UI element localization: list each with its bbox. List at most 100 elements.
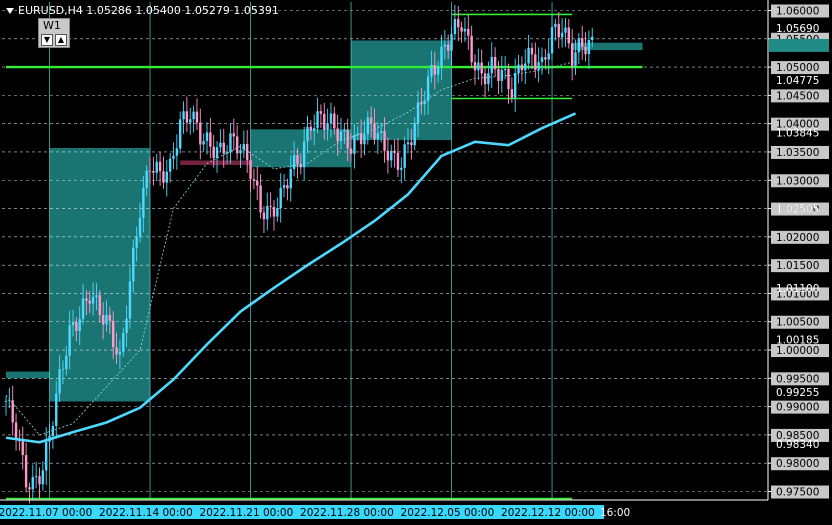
candle-body-70 <box>239 150 242 154</box>
open-value: 1.05286 <box>86 4 132 17</box>
candle-body-39 <box>135 236 138 248</box>
candle-body-119 <box>403 144 406 168</box>
candle-body-145 <box>490 56 493 74</box>
y-tick-label-17: 0.97500 <box>776 487 819 499</box>
candle-body-111 <box>376 132 380 140</box>
candle-body-29 <box>101 315 105 325</box>
chart-window[interactable]: 1.060001.055001.050001.045001.040001.035… <box>0 0 832 525</box>
arrow-down-icon[interactable]: ▼ <box>41 34 53 46</box>
x-label-5: 2022.12.12 00:00 <box>501 507 595 519</box>
candle-body-57 <box>195 111 199 123</box>
candle-body-48 <box>165 171 168 183</box>
candle-body-28 <box>98 295 101 316</box>
candle-body-54 <box>185 111 189 123</box>
x-label-3: 2022.11.28 00:00 <box>300 507 394 519</box>
candle-body-12 <box>45 441 48 471</box>
candle-body-150 <box>507 69 510 90</box>
candle-body-156 <box>527 47 530 64</box>
candle-body-24 <box>85 298 88 301</box>
close-value: 1.05391 <box>233 4 279 17</box>
candle-body-22 <box>78 319 81 332</box>
candle-body-71 <box>242 143 246 151</box>
candle-body-50 <box>172 155 175 159</box>
candle-body-101 <box>343 129 346 132</box>
candle-body-153 <box>517 64 520 74</box>
candle-body-95 <box>323 113 326 130</box>
candle-body-163 <box>550 27 554 54</box>
candle-body-65 <box>222 142 225 154</box>
y-tick-label-2: 1.05000 <box>776 62 819 74</box>
candle-body-37 <box>128 281 132 319</box>
candle-body-133 <box>450 34 453 51</box>
y-tick-label-6: 1.03000 <box>776 175 819 187</box>
y-tick-label-5: 1.03500 <box>776 147 819 159</box>
candle-body-38 <box>132 247 135 282</box>
low-value: 1.05279 <box>184 4 230 17</box>
candle-body-109 <box>369 117 373 124</box>
candle-body-82 <box>279 187 282 209</box>
candle-body-23 <box>81 298 85 320</box>
y-tick-label-12: 1.00000 <box>776 345 819 357</box>
candle-body-158 <box>534 54 537 70</box>
candle-body-21 <box>75 322 78 332</box>
candle-body-85 <box>289 169 292 189</box>
candle-body-32 <box>112 320 115 348</box>
candle-body-45 <box>155 161 158 173</box>
candle-body-15 <box>55 393 58 426</box>
candle-body-67 <box>229 133 232 153</box>
candle-body-42 <box>145 170 148 188</box>
candle-body-170 <box>574 52 577 66</box>
candle-body-172 <box>581 38 584 47</box>
candle-body-110 <box>373 123 376 140</box>
candle-body-122 <box>413 123 416 146</box>
candle-body-76 <box>259 185 262 213</box>
candle-body-99 <box>336 128 339 142</box>
candle-body-137 <box>463 28 467 32</box>
price-tag-label-2: 1.04775 <box>776 75 819 87</box>
candle-body-148 <box>500 70 503 81</box>
candle-body-0 <box>4 400 8 402</box>
timeframe-widget[interactable]: W1 ▼ ▲ <box>38 18 70 48</box>
price-tag-label-8: 0.98340 <box>776 439 819 451</box>
candle-body-11 <box>41 470 45 485</box>
candle-body-173 <box>584 46 587 55</box>
y-tick-label-3: 1.04500 <box>776 90 819 102</box>
candle-body-83 <box>282 185 286 188</box>
candle-body-55 <box>189 119 192 123</box>
candle-body-123 <box>416 102 420 124</box>
symbol-label: EURUSD,H4 <box>18 4 83 17</box>
candle-body-73 <box>249 160 252 180</box>
candle-body-103 <box>349 148 353 154</box>
timeframe-label: W1 <box>43 19 61 32</box>
candle-body-93 <box>316 111 319 129</box>
candle-body-166 <box>560 32 564 38</box>
candle-body-77 <box>262 212 266 220</box>
candle-body-121 <box>410 142 413 146</box>
arrow-up-icon[interactable]: ▲ <box>55 34 67 46</box>
candle-body-56 <box>192 111 195 120</box>
candle-body-100 <box>339 131 343 142</box>
candle-body-47 <box>162 171 165 183</box>
candle-body-149 <box>503 69 507 71</box>
price-chart[interactable]: 1.060001.055001.050001.045001.040001.035… <box>0 0 832 525</box>
price-tag-label-5: 1.01100 <box>776 283 819 295</box>
menu-triangle-icon[interactable] <box>6 8 14 14</box>
price-tag-label-4: 1.02505 <box>776 203 819 215</box>
candle-body-44 <box>152 170 155 173</box>
x-label-1: 2022.11.14 00:00 <box>99 507 193 519</box>
candle-body-142 <box>480 62 483 74</box>
candle-body-3 <box>14 422 18 439</box>
price-tag-label-3: 1.03845 <box>776 127 819 139</box>
candle-body-131 <box>443 44 447 47</box>
candle-body-140 <box>473 62 477 71</box>
candle-body-84 <box>286 185 289 189</box>
candle-body-132 <box>447 44 450 51</box>
candle-body-169 <box>570 43 574 66</box>
candle-body-155 <box>524 63 527 71</box>
candle-body-102 <box>346 129 349 149</box>
candle-body-18 <box>65 355 68 370</box>
candle-body-60 <box>205 132 209 142</box>
candle-body-2 <box>11 400 14 423</box>
candle-body-53 <box>182 111 185 120</box>
candle-body-106 <box>359 133 363 145</box>
